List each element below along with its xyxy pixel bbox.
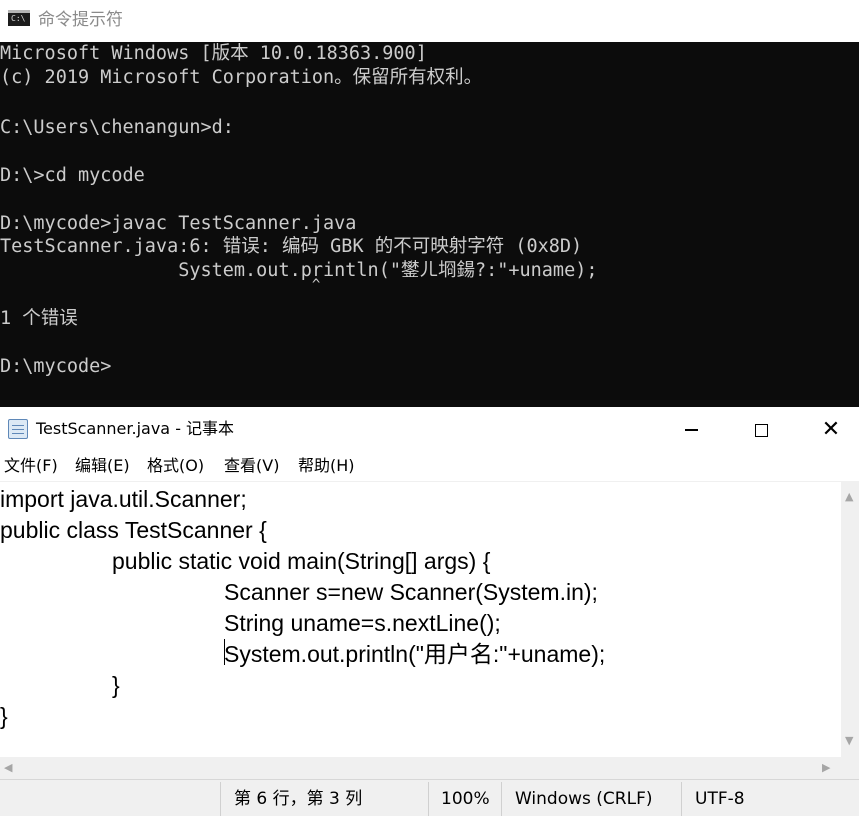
minimize-button[interactable] — [656, 408, 726, 451]
status-divider — [681, 782, 682, 816]
scroll-left-icon[interactable]: ◀ — [4, 762, 12, 774]
scroll-right-icon[interactable]: ▶ — [822, 762, 830, 774]
console-line: Microsoft Windows [版本 10.0.18363.900] — [0, 43, 427, 64]
minimize-icon — [684, 429, 698, 431]
console-prompt: D:\mycode> — [0, 356, 112, 377]
status-divider — [428, 782, 429, 816]
vertical-scrollbar[interactable]: ▲ ▼ — [841, 481, 859, 757]
code-line: } — [0, 672, 120, 698]
menu-view[interactable]: 查看(V) — [224, 455, 279, 477]
notepad-icon — [8, 419, 28, 439]
console-line: D:\mycode>javac TestScanner.java — [0, 213, 357, 234]
close-icon: ✕ — [821, 417, 841, 442]
menu-file[interactable]: 文件(F) — [4, 455, 58, 477]
maximize-icon — [754, 423, 768, 437]
menu-format[interactable]: 格式(O) — [147, 455, 204, 477]
close-button[interactable]: ✕ — [796, 408, 859, 451]
horizontal-scrollbar[interactable]: ◀ ▶ — [0, 757, 841, 779]
status-divider — [220, 782, 221, 816]
notepad-window-title: TestScanner.java - 记事本 — [36, 419, 235, 438]
code-line: import java.util.Scanner; — [0, 486, 247, 512]
status-cursor-position: 第 6 行，第 3 列 — [234, 789, 363, 809]
status-divider — [501, 782, 502, 816]
cmd-titlebar[interactable]: C:\ 命令提示符 — [0, 0, 859, 42]
scrollbar-corner — [841, 757, 859, 779]
text-editor[interactable]: import java.util.Scanner; public class T… — [0, 481, 841, 758]
cmd-window-title: 命令提示符 — [38, 10, 123, 30]
console-error-caret: ^ — [0, 277, 321, 293]
menu-edit[interactable]: 编辑(E) — [75, 455, 130, 477]
cmd-icon-text: C:\ — [11, 14, 26, 23]
console-line: (c) 2019 Microsoft Corporation。保留所有权利。 — [0, 67, 483, 88]
cmd-console[interactable]: Microsoft Windows [版本 10.0.18363.900] (c… — [0, 42, 859, 407]
status-zoom: 100% — [441, 789, 490, 809]
code-line: public class TestScanner { — [0, 517, 267, 543]
cmd-app-icon: C:\ — [8, 10, 30, 26]
console-line: TestScanner.java:6: 错误: 编码 GBK 的不可映射字符 (… — [0, 236, 583, 257]
code-line: } — [0, 703, 8, 729]
scroll-up-icon[interactable]: ▲ — [845, 491, 853, 503]
menu-help[interactable]: 帮助(H) — [298, 455, 355, 477]
console-line: 1 个错误 — [0, 308, 78, 329]
console-line: C:\Users\chenangun>d: — [0, 117, 234, 138]
code-line: Scanner s=new Scanner(System.in); — [0, 579, 598, 605]
maximize-button[interactable] — [726, 408, 796, 451]
code-line: System.out.println("用户名:"+uname); — [0, 641, 606, 667]
code-line: String uname=s.nextLine(); — [0, 610, 501, 636]
text-caret — [224, 639, 225, 665]
status-line-ending: Windows (CRLF) — [515, 789, 653, 809]
code-line: public static void main(String[] args) { — [0, 548, 491, 574]
status-encoding: UTF-8 — [695, 789, 745, 809]
status-bar: 第 6 行，第 3 列 100% Windows (CRLF) UTF-8 — [0, 779, 859, 816]
console-line: D:\>cd mycode — [0, 165, 145, 186]
menu-bar: 文件(F) 编辑(E) 格式(O) 查看(V) 帮助(H) — [0, 452, 859, 481]
scroll-down-icon[interactable]: ▼ — [845, 735, 853, 747]
